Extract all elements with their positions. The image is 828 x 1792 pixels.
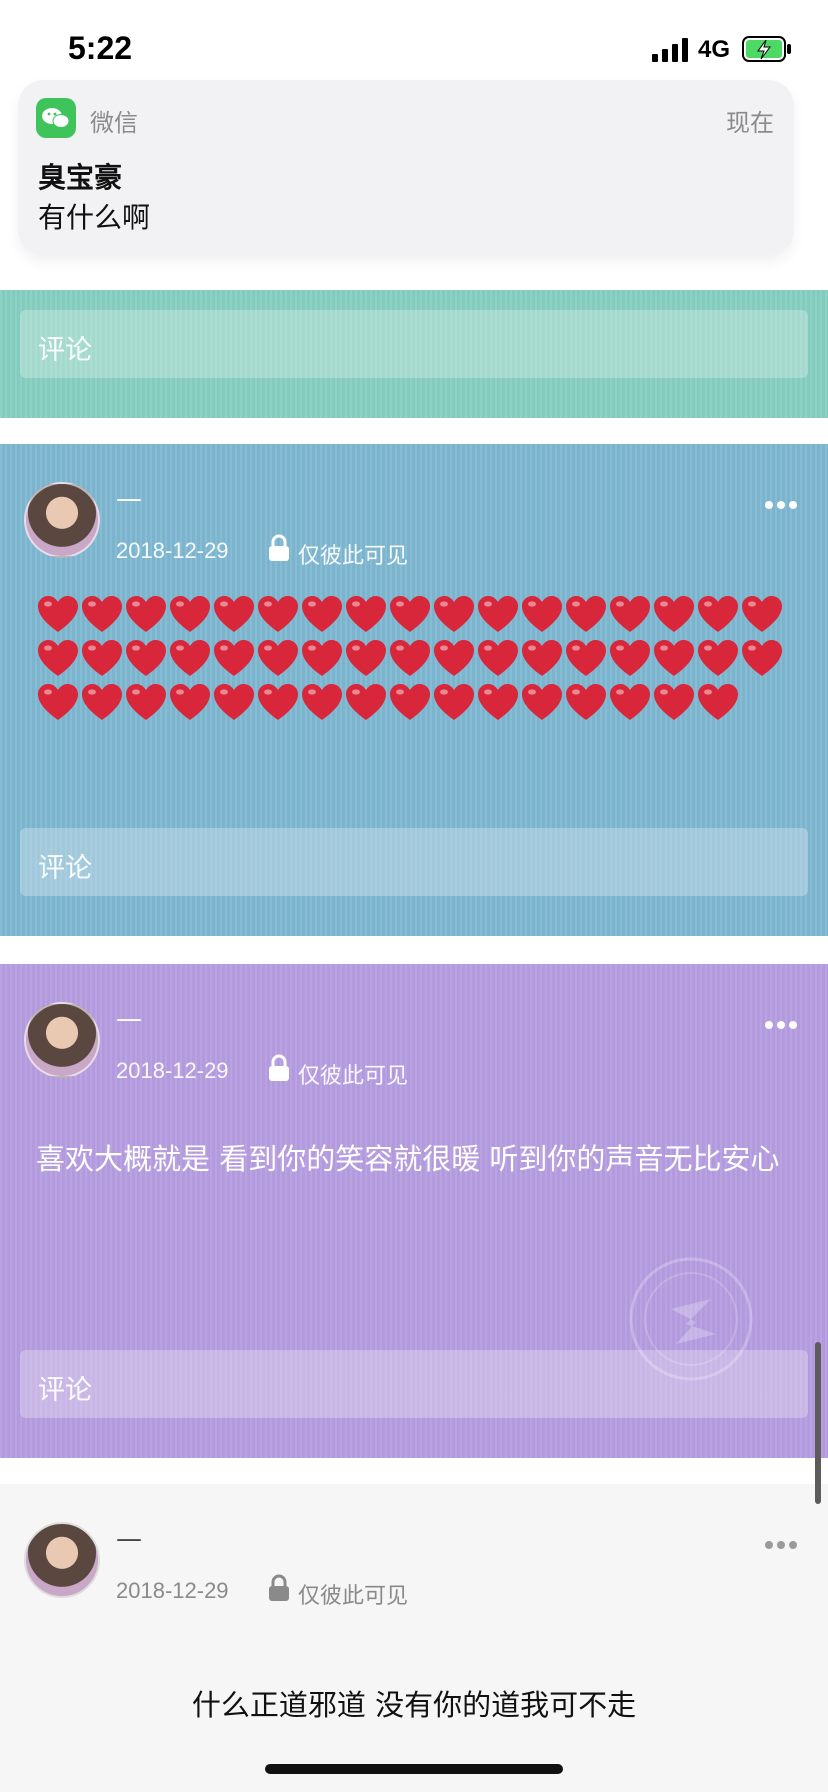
red-heart-emoji	[742, 640, 782, 676]
red-heart-emoji	[390, 596, 430, 632]
red-heart-emoji	[390, 684, 430, 720]
comment-placeholder: 评论	[38, 335, 92, 366]
post-author-name: —	[116, 1524, 142, 1554]
privacy-label: 仅彼此可见	[298, 544, 409, 569]
more-options-icon[interactable]	[764, 500, 798, 510]
red-heart-emoji	[654, 684, 694, 720]
red-heart-emoji	[38, 596, 78, 632]
avatar[interactable]	[24, 1002, 100, 1078]
red-heart-emoji	[170, 684, 210, 720]
post-date: 2018-12-29	[116, 1578, 229, 1603]
comment-placeholder: 评论	[38, 1375, 92, 1406]
red-heart-emoji	[522, 684, 562, 720]
heart-row	[36, 682, 806, 726]
status-time: 5:22	[68, 30, 133, 66]
home-indicator[interactable]	[265, 1764, 563, 1774]
red-heart-emoji	[566, 596, 606, 632]
red-heart-emoji	[566, 640, 606, 676]
red-heart-emoji	[610, 596, 650, 632]
red-heart-emoji	[434, 684, 474, 720]
notification-sender: 臭宝豪	[38, 161, 123, 194]
red-heart-emoji	[390, 640, 430, 676]
cellular-signal-icon	[652, 38, 688, 62]
comment-placeholder: 评论	[38, 853, 92, 884]
lock-icon	[269, 1054, 289, 1081]
avatar[interactable]	[24, 482, 100, 558]
red-heart-emoji	[478, 640, 518, 676]
avatar[interactable]	[24, 1522, 100, 1598]
red-heart-emoji	[82, 684, 122, 720]
red-heart-emoji	[654, 640, 694, 676]
red-heart-emoji	[742, 596, 782, 632]
notification-banner[interactable]: 微信 现在 臭宝豪 有什么啊	[18, 80, 794, 256]
red-heart-emoji	[302, 596, 342, 632]
post-author-name: —	[116, 1004, 142, 1034]
red-heart-emoji	[522, 596, 562, 632]
red-heart-emoji	[478, 596, 518, 632]
privacy-label: 仅彼此可见	[298, 1584, 409, 1609]
red-heart-emoji	[478, 684, 518, 720]
heart-row	[36, 594, 806, 638]
network-type: 4G	[698, 36, 731, 63]
post-date: 2018-12-29	[116, 538, 229, 563]
red-heart-emoji	[82, 596, 122, 632]
red-heart-emoji	[346, 596, 386, 632]
red-heart-emoji	[258, 640, 298, 676]
red-heart-emoji	[522, 640, 562, 676]
more-options-icon[interactable]	[764, 1020, 798, 1030]
red-heart-emoji	[126, 596, 166, 632]
heart-emoji-content	[36, 594, 806, 726]
heart-row	[36, 638, 806, 682]
more-options-icon[interactable]	[764, 1540, 798, 1550]
red-heart-emoji	[610, 684, 650, 720]
post-author-name: —	[116, 484, 142, 514]
red-heart-emoji	[566, 684, 606, 720]
post-date: 2018-12-29	[116, 1058, 229, 1083]
post-text: 喜欢大概就是 看到你的笑容就很暖 听到你的声音无比安心	[36, 1142, 780, 1176]
red-heart-emoji	[38, 684, 78, 720]
battery-charging-icon	[742, 36, 791, 62]
comment-input[interactable]: 评论	[20, 828, 808, 896]
red-heart-emoji	[610, 640, 650, 676]
red-heart-emoji	[258, 684, 298, 720]
notification-app-name: 微信	[90, 109, 138, 137]
red-heart-emoji	[258, 596, 298, 632]
comment-input[interactable]: 评论	[20, 1350, 808, 1418]
red-heart-emoji	[126, 640, 166, 676]
red-heart-emoji	[698, 640, 738, 676]
red-heart-emoji	[654, 596, 694, 632]
post-card: — 2018-12-29 仅彼此可见 什么正道邪道 没有你的道我可不走	[0, 1484, 828, 1792]
notification-message: 有什么啊	[38, 201, 151, 234]
post-card: — 2018-12-29 仅彼此可见 喜欢大概就是 看到你的笑容就很暖 听到你的…	[0, 964, 828, 1458]
red-heart-emoji	[698, 596, 738, 632]
red-heart-emoji	[346, 684, 386, 720]
red-heart-emoji	[214, 684, 254, 720]
red-heart-emoji	[434, 596, 474, 632]
comment-input[interactable]: 评论	[20, 310, 808, 378]
status-bar: 5:22 4G	[0, 0, 828, 80]
lock-icon	[269, 1574, 289, 1601]
post-text: 什么正道邪道 没有你的道我可不走	[191, 1688, 637, 1722]
red-heart-emoji	[38, 640, 78, 676]
post-card: — 2018-12-29 仅彼此可见 评论	[0, 444, 828, 936]
red-heart-emoji	[434, 640, 474, 676]
red-heart-emoji	[346, 640, 386, 676]
scrollbar[interactable]	[815, 1342, 821, 1504]
wechat-icon	[36, 98, 76, 138]
red-heart-emoji	[214, 640, 254, 676]
privacy-label: 仅彼此可见	[298, 1064, 409, 1089]
red-heart-emoji	[302, 684, 342, 720]
red-heart-emoji	[170, 640, 210, 676]
red-heart-emoji	[302, 640, 342, 676]
lock-icon	[269, 534, 289, 561]
red-heart-emoji	[126, 684, 166, 720]
notification-time: 现在	[726, 109, 774, 137]
red-heart-emoji	[698, 684, 738, 720]
red-heart-emoji	[170, 596, 210, 632]
red-heart-emoji	[82, 640, 122, 676]
post-card: 评论	[0, 290, 828, 418]
red-heart-emoji	[214, 596, 254, 632]
